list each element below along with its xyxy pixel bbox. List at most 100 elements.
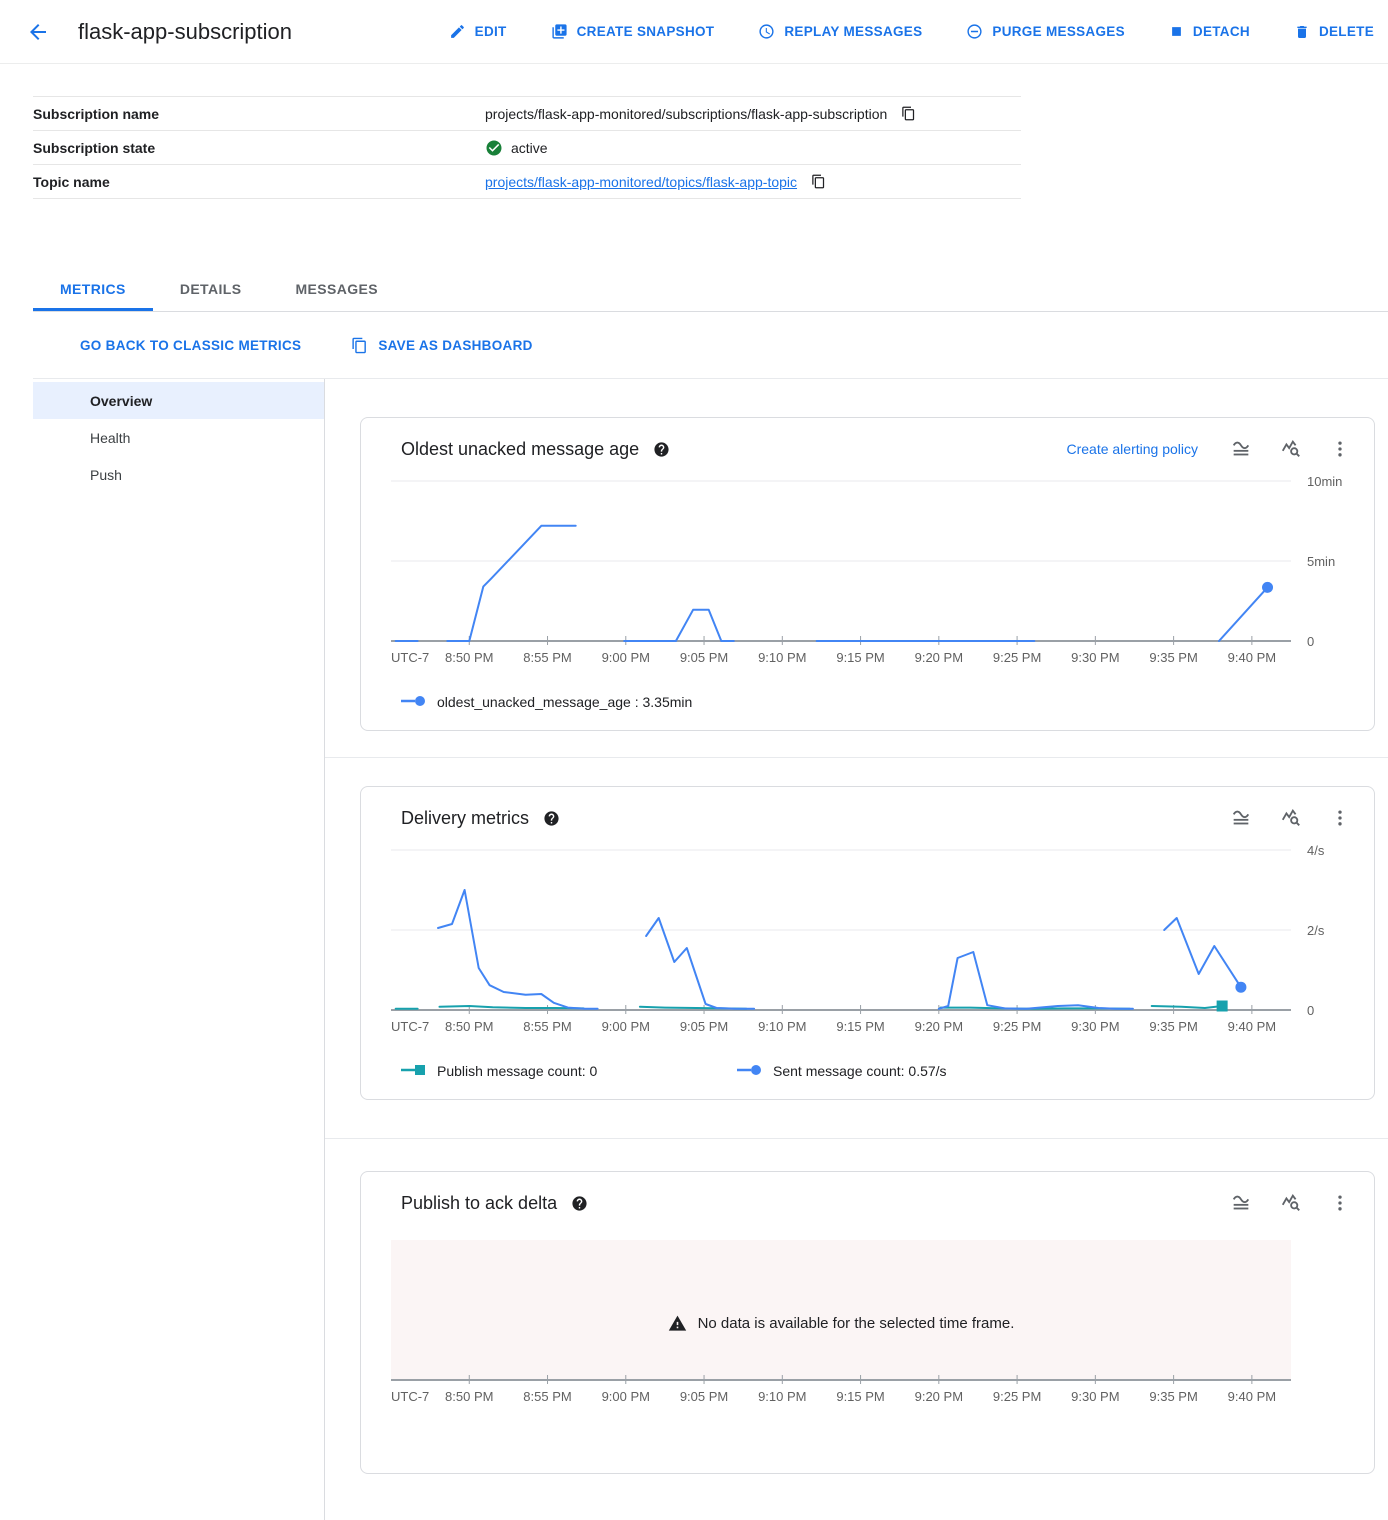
threshold-icon[interactable] bbox=[1230, 807, 1252, 829]
charts-panel: Oldest unacked message age Create alerti… bbox=[325, 379, 1388, 1520]
chart-card-publish-to-ack: Publish to ack delta bbox=[360, 1171, 1375, 1474]
svg-text:2/s: 2/s bbox=[1307, 923, 1325, 938]
svg-text:9:25 PM: 9:25 PM bbox=[993, 650, 1041, 665]
more-vert-icon[interactable] bbox=[1330, 808, 1350, 828]
copy-icon[interactable] bbox=[811, 174, 826, 189]
clock-icon bbox=[758, 23, 775, 40]
subscription-details: Subscription name projects/flask-app-mon… bbox=[33, 96, 1021, 199]
svg-text:9:00 PM: 9:00 PM bbox=[602, 1019, 650, 1034]
delete-button[interactable]: DELETE bbox=[1294, 24, 1374, 40]
svg-text:8:50 PM: 8:50 PM bbox=[445, 1389, 493, 1404]
svg-text:9:20 PM: 9:20 PM bbox=[915, 1389, 963, 1404]
tab-bar: METRICS DETAILS MESSAGES bbox=[33, 269, 1388, 312]
table-row: Subscription name projects/flask-app-mon… bbox=[33, 97, 1021, 131]
legend-marker bbox=[401, 1063, 427, 1079]
svg-text:0: 0 bbox=[1307, 1003, 1314, 1018]
legend-marker bbox=[737, 1063, 763, 1079]
trash-icon bbox=[1294, 24, 1310, 40]
oldest-unacked-chart: 8:50 PM8:55 PM9:00 PM9:05 PM9:10 PM9:15 … bbox=[385, 468, 1350, 690]
svg-text:9:25 PM: 9:25 PM bbox=[993, 1019, 1041, 1034]
page-header: flask-app-subscription EDIT CREATE SNAPS… bbox=[0, 0, 1388, 64]
create-snapshot-button[interactable]: CREATE SNAPSHOT bbox=[551, 23, 715, 40]
svg-text:5min: 5min bbox=[1307, 554, 1335, 569]
legend-label: Sent message count: 0.57/s bbox=[773, 1063, 947, 1079]
subscription-name-value: projects/flask-app-monitored/subscriptio… bbox=[485, 106, 887, 122]
svg-text:10min: 10min bbox=[1307, 474, 1342, 489]
toolbar-actions: EDIT CREATE SNAPSHOT REPLAY MESSAGES PUR… bbox=[449, 23, 1374, 40]
page-title: flask-app-subscription bbox=[78, 19, 292, 45]
svg-text:8:50 PM: 8:50 PM bbox=[445, 1019, 493, 1034]
svg-text:9:00 PM: 9:00 PM bbox=[602, 1389, 650, 1404]
legend-label: oldest_unacked_message_age : 3.35min bbox=[437, 694, 692, 710]
edit-button[interactable]: EDIT bbox=[449, 23, 507, 40]
more-vert-icon[interactable] bbox=[1330, 1193, 1350, 1213]
chart-title: Delivery metrics bbox=[401, 808, 529, 829]
go-back-classic-metrics-link[interactable]: GO BACK TO CLASSIC METRICS bbox=[80, 338, 301, 353]
table-row: Subscription state active bbox=[33, 131, 1021, 165]
chart-title: Publish to ack delta bbox=[401, 1193, 557, 1214]
legend-label: Publish message count: 0 bbox=[437, 1063, 597, 1079]
save-as-dashboard-button[interactable]: SAVE AS DASHBOARD bbox=[351, 337, 532, 354]
explore-data-icon[interactable] bbox=[1280, 807, 1302, 829]
copy-icon[interactable] bbox=[901, 106, 916, 121]
metrics-subtoolbar: GO BACK TO CLASSIC METRICS SAVE AS DASHB… bbox=[0, 312, 1388, 378]
warning-icon bbox=[668, 1314, 687, 1333]
explore-data-icon[interactable] bbox=[1280, 438, 1302, 460]
svg-text:9:40 PM: 9:40 PM bbox=[1228, 1389, 1276, 1404]
svg-text:9:15 PM: 9:15 PM bbox=[836, 1389, 884, 1404]
row-label: Subscription name bbox=[33, 106, 485, 122]
svg-text:9:15 PM: 9:15 PM bbox=[836, 1019, 884, 1034]
threshold-icon[interactable] bbox=[1230, 438, 1252, 460]
svg-text:9:40 PM: 9:40 PM bbox=[1228, 650, 1276, 665]
detach-icon bbox=[1169, 24, 1184, 39]
svg-text:9:30 PM: 9:30 PM bbox=[1071, 1389, 1119, 1404]
svg-text:9:25 PM: 9:25 PM bbox=[993, 1389, 1041, 1404]
active-check-icon bbox=[485, 139, 503, 157]
chart-title: Oldest unacked message age bbox=[401, 439, 639, 460]
chart-card-delivery-metrics: Delivery metrics bbox=[360, 786, 1375, 1100]
svg-text:9:05 PM: 9:05 PM bbox=[680, 650, 728, 665]
svg-text:UTC-7: UTC-7 bbox=[391, 1019, 429, 1034]
dashboard-copy-icon bbox=[351, 337, 368, 354]
svg-text:9:40 PM: 9:40 PM bbox=[1228, 1019, 1276, 1034]
tab-messages[interactable]: MESSAGES bbox=[268, 269, 405, 311]
purge-messages-button[interactable]: PURGE MESSAGES bbox=[966, 23, 1124, 40]
topic-link[interactable]: projects/flask-app-monitored/topics/flas… bbox=[485, 174, 797, 190]
explore-data-icon[interactable] bbox=[1280, 1192, 1302, 1214]
metrics-content: Overview Health Push Oldest unacked mess… bbox=[33, 378, 1388, 1520]
svg-text:9:30 PM: 9:30 PM bbox=[1071, 1019, 1119, 1034]
purge-icon bbox=[966, 23, 983, 40]
delivery-metrics-chart: 8:50 PM8:55 PM9:00 PM9:05 PM9:10 PM9:15 … bbox=[385, 837, 1350, 1059]
edit-icon bbox=[449, 23, 466, 40]
svg-text:9:10 PM: 9:10 PM bbox=[758, 1019, 806, 1034]
svg-text:9:05 PM: 9:05 PM bbox=[680, 1019, 728, 1034]
svg-text:9:35 PM: 9:35 PM bbox=[1149, 1019, 1197, 1034]
help-icon[interactable] bbox=[571, 1195, 588, 1212]
svg-text:9:15 PM: 9:15 PM bbox=[836, 650, 884, 665]
create-alerting-policy-link[interactable]: Create alerting policy bbox=[1066, 441, 1198, 457]
svg-text:8:50 PM: 8:50 PM bbox=[445, 650, 493, 665]
metrics-sidebar: Overview Health Push bbox=[33, 379, 325, 1520]
svg-text:9:20 PM: 9:20 PM bbox=[915, 650, 963, 665]
threshold-icon[interactable] bbox=[1230, 1192, 1252, 1214]
more-vert-icon[interactable] bbox=[1330, 439, 1350, 459]
replay-messages-button[interactable]: REPLAY MESSAGES bbox=[758, 23, 922, 40]
svg-text:9:05 PM: 9:05 PM bbox=[680, 1389, 728, 1404]
detach-button[interactable]: DETACH bbox=[1169, 24, 1250, 39]
no-data-message: No data is available for the selected ti… bbox=[698, 1315, 1015, 1332]
back-arrow-icon[interactable] bbox=[24, 18, 52, 46]
svg-text:9:35 PM: 9:35 PM bbox=[1149, 650, 1197, 665]
legend-marker bbox=[401, 694, 427, 710]
status-badge: active bbox=[511, 140, 548, 156]
svg-text:UTC-7: UTC-7 bbox=[391, 650, 429, 665]
tab-metrics[interactable]: METRICS bbox=[33, 269, 153, 311]
tab-details[interactable]: DETAILS bbox=[153, 269, 269, 311]
row-label: Subscription state bbox=[33, 140, 485, 156]
help-icon[interactable] bbox=[543, 810, 560, 827]
svg-text:9:00 PM: 9:00 PM bbox=[602, 650, 650, 665]
sidebar-item-overview[interactable]: Overview bbox=[33, 382, 324, 419]
sidebar-item-push[interactable]: Push bbox=[33, 456, 324, 493]
help-icon[interactable] bbox=[653, 441, 670, 458]
sidebar-item-health[interactable]: Health bbox=[33, 419, 324, 456]
publish-to-ack-chart: 8:50 PM8:55 PM9:00 PM9:05 PM9:10 PM9:15 … bbox=[385, 1240, 1350, 1429]
